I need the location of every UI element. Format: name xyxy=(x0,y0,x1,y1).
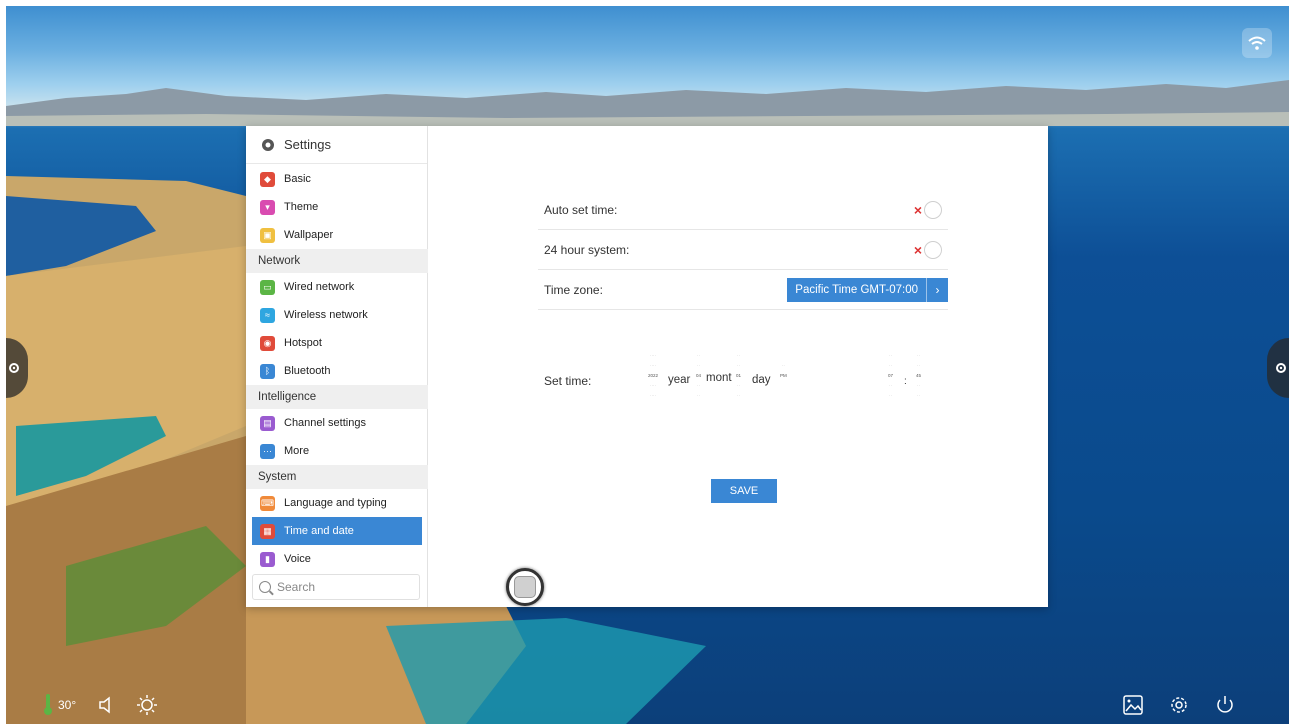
sidebar-item-voice[interactable]: ▮ Voice xyxy=(246,545,428,573)
year-unit-label: year xyxy=(668,374,691,386)
hotspot-icon: ◉ xyxy=(260,335,275,351)
sidebar-item-label: More xyxy=(284,445,310,457)
search-field[interactable]: Search xyxy=(252,574,420,600)
left-sidebar-handle[interactable] xyxy=(6,338,28,398)
sidebar-item-label: Time and date xyxy=(284,525,354,537)
wifi-icon: ≈ xyxy=(260,307,275,323)
gear-icon xyxy=(1276,363,1286,373)
settings-gear-icon[interactable] xyxy=(1168,694,1190,721)
channel-icon: ▤ xyxy=(260,415,275,431)
time-zone-selector[interactable]: Pacific Time GMT-07:00 › xyxy=(787,277,948,302)
off-icon: × xyxy=(913,201,922,218)
month-picker[interactable]: ·· ·· 04 ·· ·· xyxy=(696,351,701,401)
sidebar-item-label: Language and typing xyxy=(284,497,387,509)
time-zone-row: Time zone: Pacific Time GMT-07:00 › xyxy=(538,270,948,310)
sidebar-item-label: Wired network xyxy=(284,281,355,293)
time-zone-value: Pacific Time GMT-07:00 xyxy=(795,283,918,296)
sidebar-item-label: Wireless network xyxy=(284,309,368,321)
year-picker[interactable]: ···· ···· 2022 ···· ···· xyxy=(648,351,658,401)
section-system: System xyxy=(246,465,428,489)
gallery-icon[interactable] xyxy=(1122,694,1144,721)
power-icon[interactable] xyxy=(1214,694,1236,721)
thermometer-icon xyxy=(44,694,52,715)
sidebar-item-label: Channel settings xyxy=(284,417,366,429)
toggle-knob xyxy=(924,240,942,259)
toggle-knob xyxy=(924,200,942,219)
ampm-picker[interactable]: ·· PM xyxy=(780,351,787,401)
gear-icon xyxy=(262,138,274,151)
hour-picker[interactable]: ·· ·· 07 ·· ·· xyxy=(888,351,893,401)
sidebar-item-label: Basic xyxy=(284,173,311,185)
sidebar-item-wireless-network[interactable]: ≈ Wireless network xyxy=(246,301,428,329)
sidebar-item-hotspot[interactable]: ◉ Hotspot xyxy=(246,329,428,357)
sidebar-item-wired-network[interactable]: ▭ Wired network xyxy=(246,273,428,301)
ampm-value: PM xyxy=(780,373,787,378)
brightness-icon[interactable] xyxy=(136,694,158,716)
floating-home-button[interactable] xyxy=(506,568,544,606)
sidebar-item-bluetooth[interactable]: ᛒ Bluetooth xyxy=(246,357,428,385)
time-and-date-panel: Auto set time: × 24 hour system: × Time … xyxy=(428,126,1048,607)
chevron-right-icon: › xyxy=(926,277,948,302)
sidebar-item-theme[interactable]: ▾ Theme xyxy=(246,193,428,221)
keyboard-icon: ⌨ xyxy=(260,495,275,511)
sidebar-item-label: Voice xyxy=(284,553,311,565)
sidebar-item-language-and-typing[interactable]: ⌨ Language and typing xyxy=(246,489,428,517)
section-network: Network xyxy=(246,249,428,273)
desktop-wallpaper: Settings ◆ Basic ▾ Theme ▣ Wallpaper Net… xyxy=(6,6,1289,724)
sidebar-item-time-and-date[interactable]: ▦ Time and date xyxy=(252,517,422,545)
wifi-icon[interactable] xyxy=(1242,28,1272,58)
year-value: 2022 xyxy=(648,373,659,378)
search-icon xyxy=(259,581,271,593)
hour24-toggle[interactable]: × xyxy=(902,240,942,260)
sidebar-item-label: Bluetooth xyxy=(284,365,331,377)
off-icon: × xyxy=(913,241,922,258)
month-unit-label: mont xyxy=(706,372,732,384)
bottom-status-bar: 30° xyxy=(44,694,158,716)
minute-picker[interactable]: ·· ·· 45 ·· ·· xyxy=(916,351,921,401)
settings-sidebar: Settings ◆ Basic ▾ Theme ▣ Wallpaper Net… xyxy=(246,126,428,607)
month-value: 04 xyxy=(696,373,702,378)
search-placeholder: Search xyxy=(277,580,316,594)
gear-icon xyxy=(9,363,19,373)
sidebar-item-wallpaper[interactable]: ▣ Wallpaper xyxy=(246,221,428,249)
day-unit-label: day xyxy=(752,374,771,386)
auto-set-time-row: Auto set time: × xyxy=(538,190,948,230)
time-separator: : xyxy=(904,376,907,387)
basic-icon: ◆ xyxy=(260,171,275,187)
day-value: 01 xyxy=(736,373,742,378)
bluetooth-icon: ᛒ xyxy=(260,363,275,379)
temperature-value: 30° xyxy=(58,698,77,712)
more-icon: ··· xyxy=(260,443,275,459)
day-picker[interactable]: ·· ·· 01 ·· ·· xyxy=(736,351,741,401)
sidebar-item-basic[interactable]: ◆ Basic xyxy=(246,165,428,193)
sidebar-item-label: Theme xyxy=(284,201,319,213)
auto-set-time-toggle[interactable]: × xyxy=(902,200,942,220)
hour24-row: 24 hour system: × xyxy=(538,230,948,270)
sidebar-item-channel-settings[interactable]: ▤ Channel settings xyxy=(246,409,428,437)
save-button[interactable]: SAVE xyxy=(711,479,777,503)
sidebar-item-label: Wallpaper xyxy=(284,229,334,241)
sidebar-list: ◆ Basic ▾ Theme ▣ Wallpaper Network ▭ Wi… xyxy=(246,165,428,573)
volume-icon[interactable] xyxy=(96,694,118,716)
wallpaper-icon: ▣ xyxy=(260,227,275,243)
settings-header: Settings xyxy=(246,126,427,164)
sidebar-item-more[interactable]: ··· More xyxy=(246,437,428,465)
home-icon xyxy=(514,576,536,598)
sidebar-item-label: Hotspot xyxy=(284,337,322,349)
minute-value: 45 xyxy=(916,373,922,378)
calendar-icon: ▦ xyxy=(260,523,275,539)
auto-set-time-label: Auto set time: xyxy=(544,202,618,217)
wired-network-icon: ▭ xyxy=(260,279,275,295)
set-time-label: Set time: xyxy=(544,374,592,388)
hour-value: 07 xyxy=(888,373,894,378)
speaker-icon: ▮ xyxy=(260,551,275,567)
theme-icon: ▾ xyxy=(260,199,275,215)
settings-window: Settings ◆ Basic ▾ Theme ▣ Wallpaper Net… xyxy=(246,126,1048,607)
bottom-right-tray xyxy=(1122,694,1260,721)
hour24-label: 24 hour system: xyxy=(544,242,630,257)
right-sidebar-handle[interactable] xyxy=(1267,338,1289,398)
time-zone-label: Time zone: xyxy=(544,282,603,297)
settings-title: Settings xyxy=(284,137,331,152)
section-intelligence: Intelligence xyxy=(246,385,428,409)
